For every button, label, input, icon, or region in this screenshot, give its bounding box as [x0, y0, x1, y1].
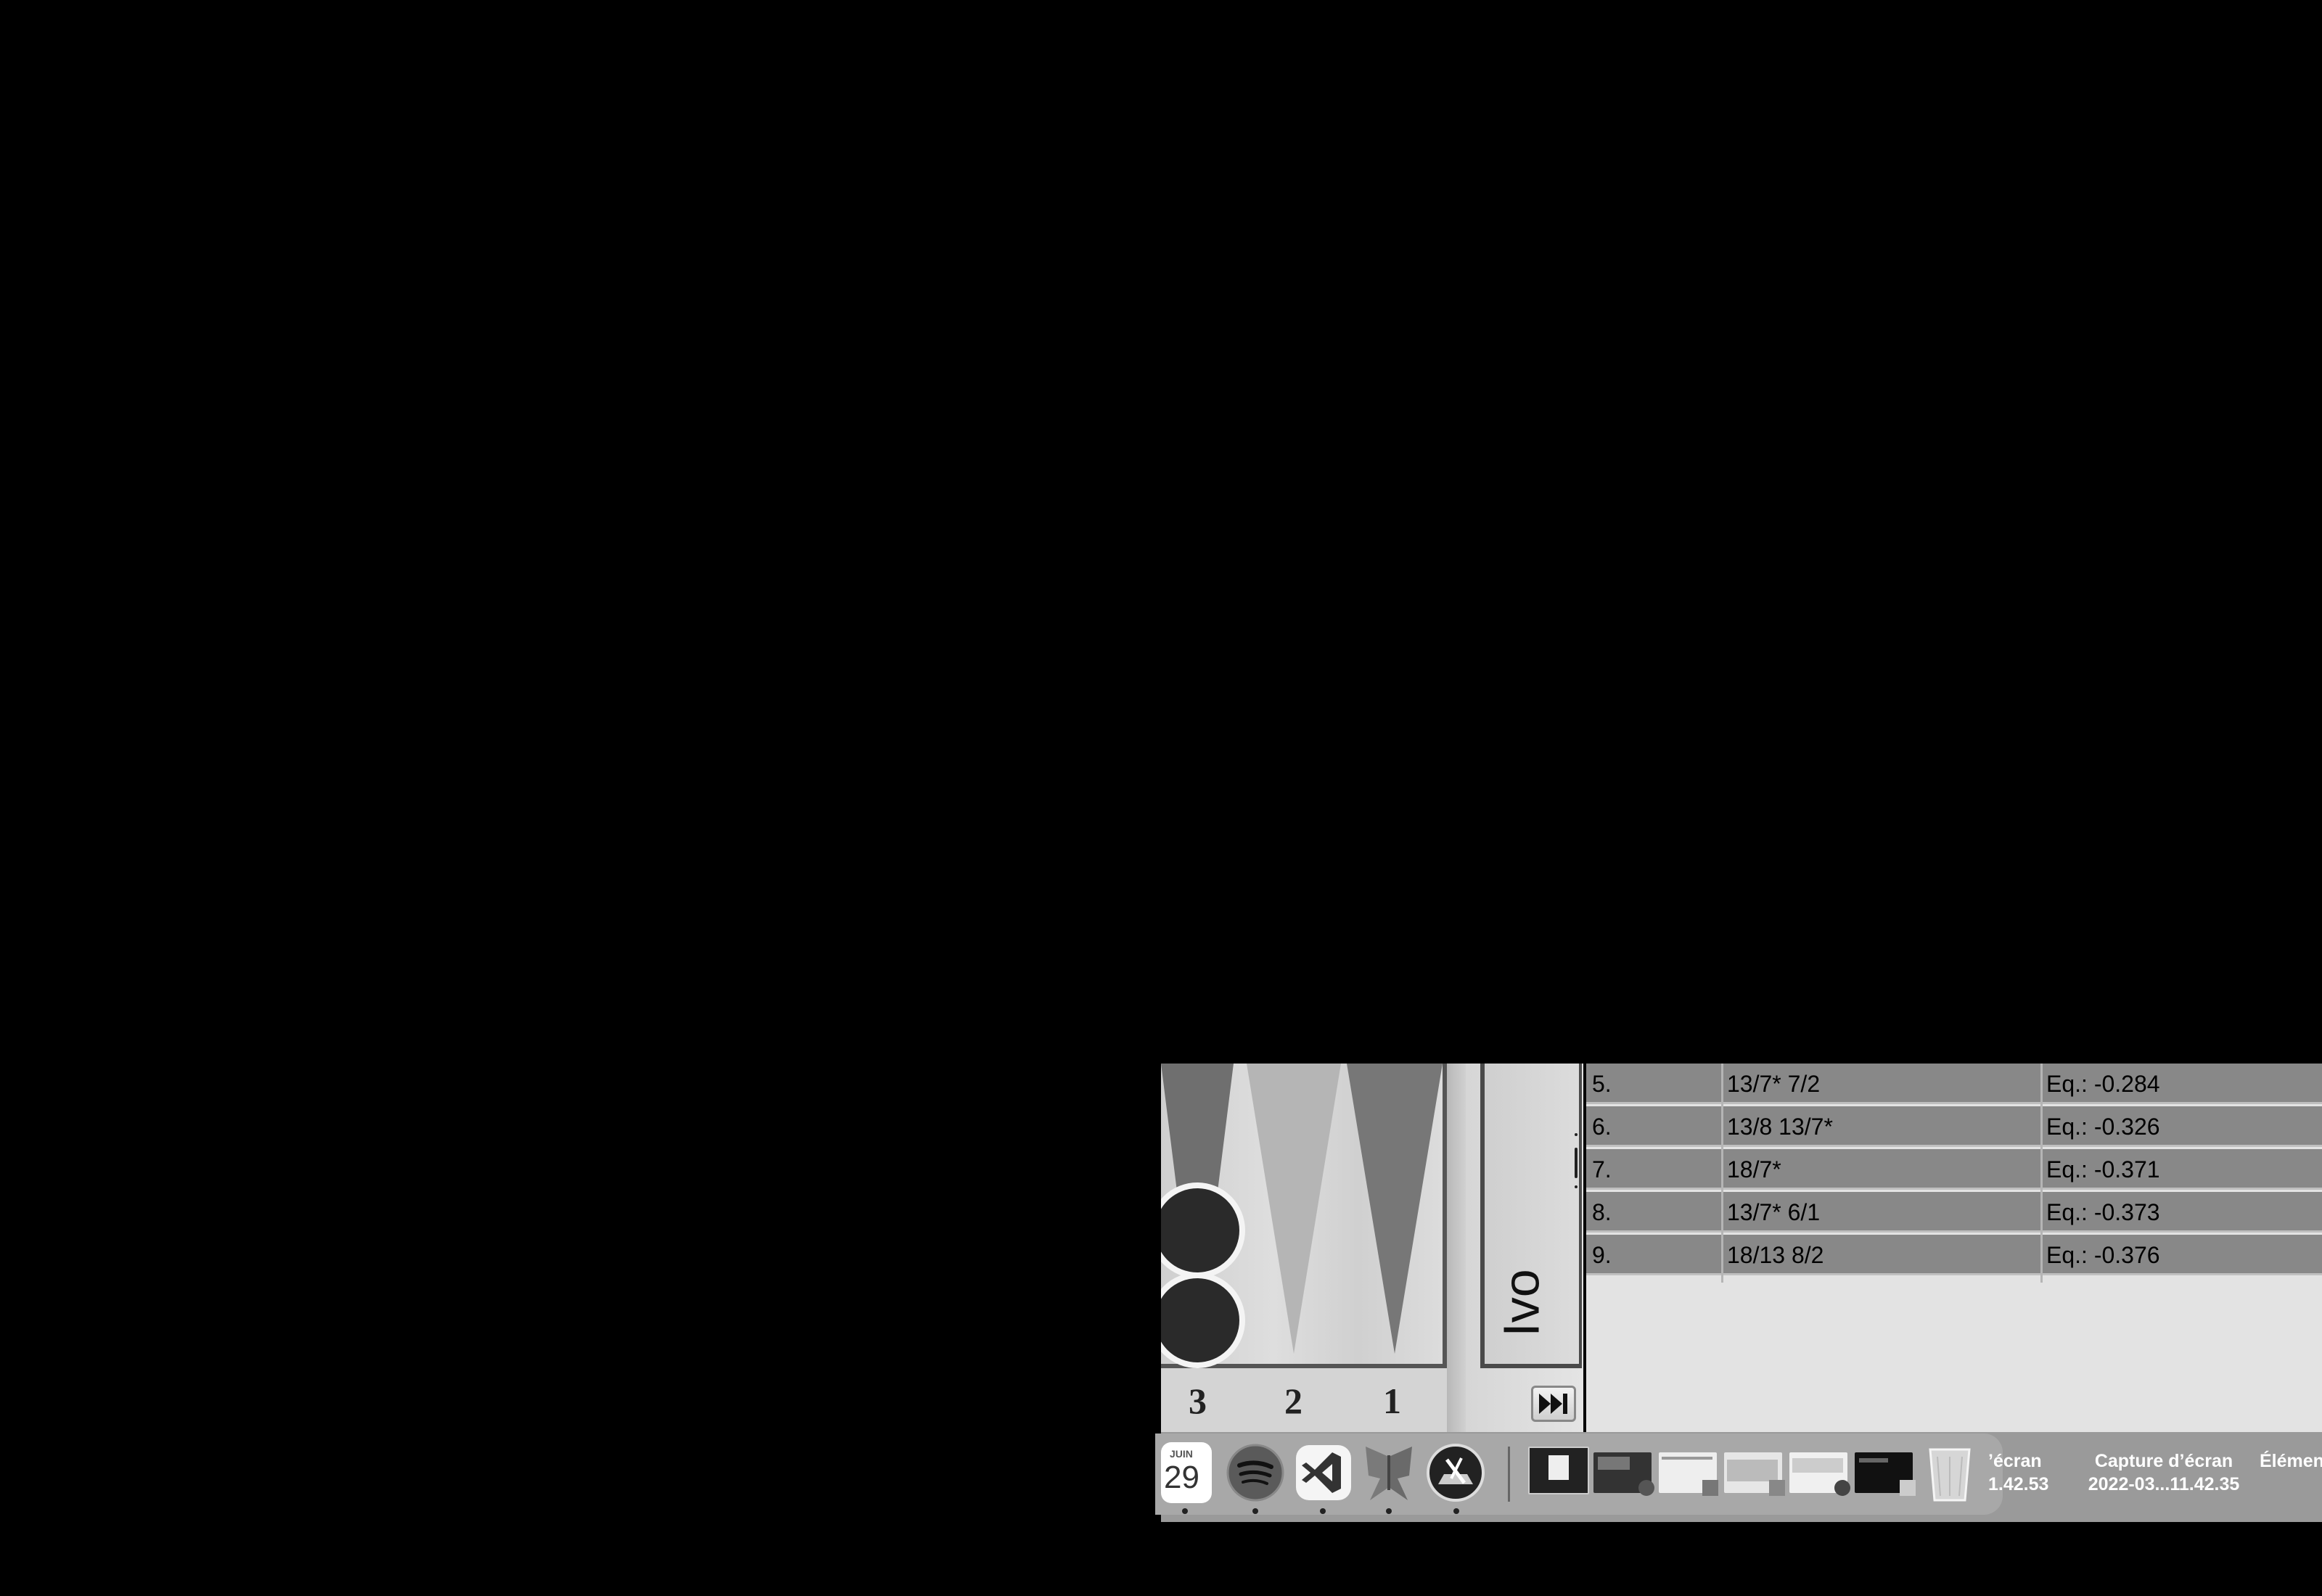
- move-number: 9.: [1592, 1242, 1612, 1268]
- fast-forward-button[interactable]: [1531, 1386, 1576, 1422]
- column-divider: [1721, 1064, 1723, 1283]
- move-number: 6.: [1592, 1114, 1612, 1140]
- vscode-icon[interactable]: [1293, 1442, 1354, 1503]
- thumbnail-4[interactable]: [1724, 1452, 1785, 1496]
- move-row-5[interactable]: 5. 13/7* 7/2 Eq.: -0.284: [1586, 1064, 2322, 1104]
- butterfly-app-icon[interactable]: [1358, 1442, 1419, 1503]
- dock-separator: [1508, 1447, 1510, 1502]
- splitter-handle[interactable]: [1573, 1133, 1579, 1191]
- move-number: 7.: [1592, 1156, 1612, 1182]
- point-number-2: 2: [1284, 1381, 1302, 1421]
- thumbnail-1[interactable]: [1528, 1447, 1589, 1494]
- splitter-dot: [1575, 1133, 1578, 1136]
- column-divider: [2040, 1064, 2043, 1283]
- move-equity: Eq.: -0.371: [2046, 1156, 2160, 1182]
- move-row-9[interactable]: 9. 18/13 8/2 Eq.: -0.376: [1586, 1235, 2322, 1275]
- thumbnail-content: [1792, 1458, 1843, 1473]
- board-bar: [1447, 1064, 1466, 1432]
- splitter-dot: [1575, 1185, 1578, 1188]
- vscode-icon-graphic: [1296, 1445, 1351, 1500]
- point-number-3: 3: [1189, 1381, 1207, 1421]
- thumbnail-2[interactable]: [1593, 1452, 1654, 1496]
- backgammon-board[interactable]: Ivo 3 2 1: [1161, 1064, 1583, 1432]
- file-name-line2: 1.42.53: [1988, 1474, 2049, 1494]
- move-notation: 18/13 8/2: [1727, 1242, 1824, 1268]
- file-name-line1: Élémen: [2260, 1451, 2322, 1471]
- calendar-day: 29: [1164, 1460, 1199, 1495]
- move-number: 8.: [1592, 1199, 1612, 1225]
- fast-forward-icon: [1539, 1394, 1567, 1414]
- trash-icon-graphic: [1929, 1448, 1971, 1502]
- running-indicator: [1453, 1508, 1459, 1514]
- thumbnail-content: [1548, 1455, 1569, 1480]
- move-analysis-list[interactable]: 5. 13/7* 7/2 Eq.: -0.284 6. 13/8 13/7* E…: [1586, 1064, 2322, 1432]
- spotify-badge-icon: [1638, 1480, 1654, 1496]
- thumbnail-content: [1859, 1458, 1888, 1463]
- checker-dark: [1161, 1272, 1245, 1368]
- board-points: [1161, 1064, 1443, 1368]
- xcode-icon[interactable]: [1425, 1442, 1486, 1503]
- move-equity: Eq.: -0.373: [2046, 1199, 2160, 1225]
- xcode-icon-graphic: [1427, 1444, 1485, 1502]
- move-equity: Eq.: -0.326: [2046, 1114, 2160, 1140]
- desktop-file-label[interactable]: Élémen: [2260, 1449, 2322, 1473]
- move-notation: 13/8 13/7*: [1727, 1114, 1833, 1140]
- calendar-icon[interactable]: JUIN 29: [1161, 1442, 1212, 1503]
- file-name-line2: 2022-03...11.42.35: [2088, 1474, 2240, 1494]
- file-name-line1: ’écran: [1988, 1451, 2042, 1471]
- desktop-file-label[interactable]: ’écran 1.42.53: [1988, 1449, 2075, 1496]
- player-name: Ivo: [1493, 1269, 1551, 1337]
- thumbnail-6[interactable]: [1855, 1452, 1916, 1496]
- thumbnail-content: [1598, 1457, 1630, 1470]
- badge-icon: [1769, 1480, 1785, 1496]
- thumbnail-3[interactable]: [1659, 1452, 1718, 1496]
- running-indicator: [1386, 1508, 1392, 1514]
- running-indicator: [1252, 1508, 1258, 1514]
- checker-dark: [1161, 1182, 1245, 1278]
- running-indicator: [1320, 1508, 1326, 1514]
- running-indicator: [1182, 1508, 1188, 1514]
- player-name-label: Ivo: [1489, 1230, 1554, 1375]
- move-notation: 18/7*: [1727, 1156, 1781, 1182]
- spotify-icon-graphic: [1226, 1444, 1284, 1502]
- thumbnail-content: [1662, 1457, 1712, 1460]
- move-number: 5.: [1592, 1071, 1612, 1097]
- badge-icon: [1900, 1480, 1916, 1496]
- file-name-line1: Capture d’écran: [2094, 1451, 2233, 1471]
- splitter-line: [1575, 1148, 1578, 1178]
- point-1: [1347, 1064, 1443, 1354]
- desktop: Ivo 3 2 1 5. 13/7* 7/2 Eq.: -0.284 6. 13…: [0, 0, 2322, 1596]
- thumbnail-5[interactable]: [1789, 1452, 1850, 1496]
- thumbnail-content: [1727, 1460, 1778, 1481]
- move-notation: 13/7* 7/2: [1727, 1071, 1821, 1097]
- calendar-month: JUIN: [1170, 1448, 1193, 1460]
- dock: JUIN 29: [1155, 1433, 2003, 1515]
- board-playfield[interactable]: [1161, 1064, 1447, 1368]
- move-equity: Eq.: -0.284: [2046, 1071, 2160, 1097]
- move-equity: Eq.: -0.376: [2046, 1242, 2160, 1268]
- trash-icon[interactable]: [1924, 1442, 1975, 1503]
- move-row-6[interactable]: 6. 13/8 13/7* Eq.: -0.326: [1586, 1106, 2322, 1147]
- move-notation: 13/7* 6/1: [1727, 1199, 1821, 1225]
- butterfly-app-icon-graphic: [1366, 1447, 1412, 1500]
- spotify-icon[interactable]: [1225, 1442, 1286, 1503]
- point-number-1: 1: [1383, 1381, 1401, 1421]
- point-2: [1247, 1064, 1341, 1354]
- desktop-file-label[interactable]: Capture d’écran 2022-03...11.42.35: [2077, 1449, 2251, 1496]
- xcode-badge-icon: [1834, 1480, 1850, 1496]
- butterfly-badge-icon: [1702, 1480, 1718, 1496]
- move-row-8[interactable]: 8. 13/7* 6/1 Eq.: -0.373: [1586, 1192, 2322, 1233]
- move-row-7[interactable]: 7. 18/7* Eq.: -0.371: [1586, 1149, 2322, 1190]
